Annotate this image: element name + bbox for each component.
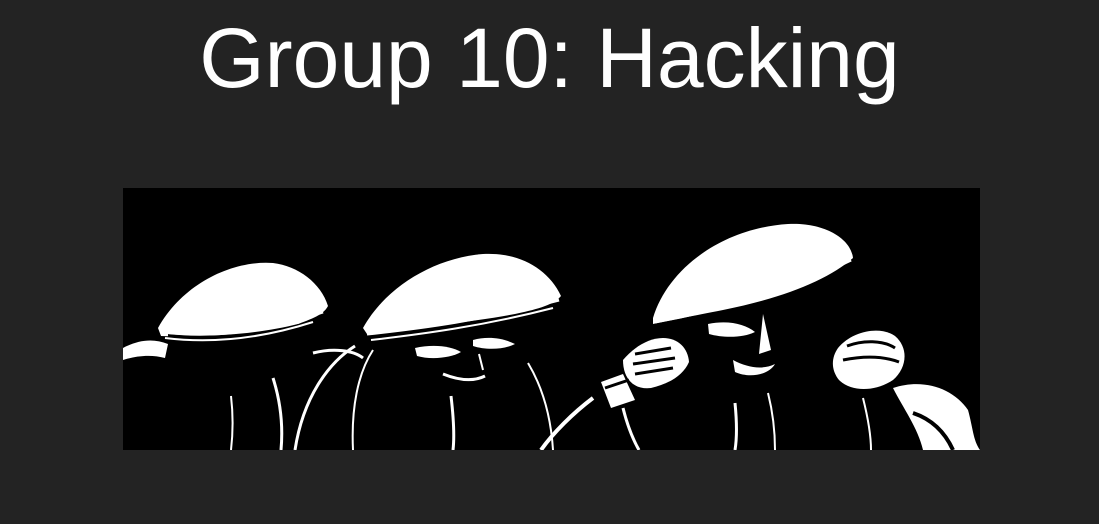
hooded-hackers-illustration — [123, 188, 980, 450]
hooded-figures-drawing — [123, 188, 980, 450]
slide-title: Group 10: Hacking — [199, 11, 900, 105]
slide: Group 10: Hacking — [0, 0, 1099, 524]
